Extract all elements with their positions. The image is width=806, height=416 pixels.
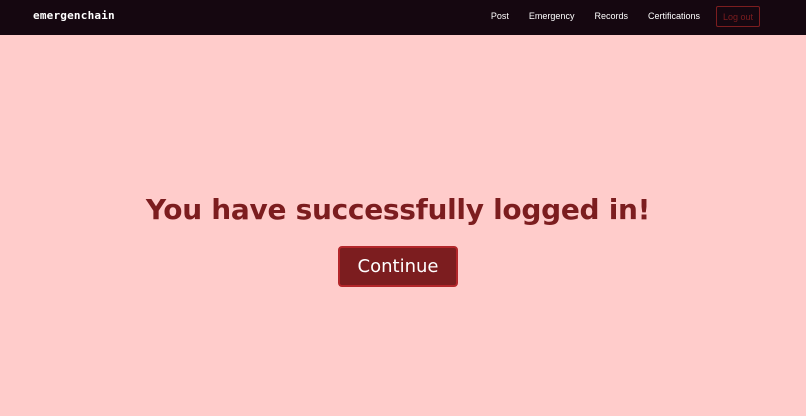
nav-link-post[interactable]: Post (491, 6, 519, 27)
continue-button[interactable]: Continue (338, 246, 458, 287)
navbar: emergenchain Post Emergency Records Cert… (0, 0, 806, 35)
nav-link-certifications[interactable]: Certifications (638, 6, 710, 27)
brand-logo[interactable]: emergenchain (33, 9, 115, 22)
nav-link-records[interactable]: Records (584, 6, 638, 27)
nav-links: Post Emergency Records Certifications Lo… (491, 6, 760, 27)
nav-link-emergency[interactable]: Emergency (519, 6, 585, 27)
success-headline: You have successfully logged in! (145, 193, 651, 226)
logout-button[interactable]: Log out (716, 6, 760, 27)
main-content: You have successfully logged in! Continu… (0, 35, 806, 416)
